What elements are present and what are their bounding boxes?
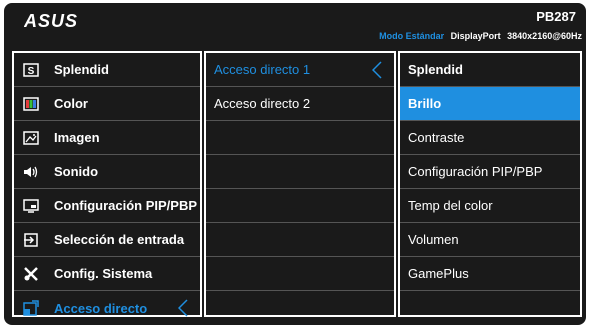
menu-item-pip-pbp[interactable]: Configuración PIP/PBP	[14, 189, 200, 223]
submenu-empty-row	[206, 155, 394, 189]
menu-item-label: Selección de entrada	[54, 232, 185, 247]
options-empty-row	[400, 291, 580, 325]
submenu-empty-row	[206, 291, 394, 325]
menu-item-input-select[interactable]: Selección de entrada	[14, 223, 200, 257]
menu-item-label: Splendid	[54, 62, 109, 77]
submenu-empty-row	[206, 121, 394, 155]
menu-item-color[interactable]: Color	[14, 87, 200, 121]
splendid-icon: S	[22, 62, 40, 78]
submenu-empty-row	[206, 257, 394, 291]
submenu-item-shortcut-1[interactable]: Acceso directo 1	[206, 53, 394, 87]
submenu: Acceso directo 1 Acceso directo 2	[204, 51, 396, 317]
menu-item-sonido[interactable]: Sonido	[14, 155, 200, 189]
option-label: Brillo	[408, 96, 442, 111]
submenu-empty-row	[206, 223, 394, 257]
option-label: GamePlus	[408, 266, 469, 281]
option-volumen[interactable]: Volumen	[400, 223, 580, 257]
pip-icon	[22, 198, 40, 214]
menu-item-shortcut[interactable]: Acceso directo	[14, 291, 200, 325]
main-menu: S Splendid Color Imagen Sonido Configura…	[12, 51, 202, 317]
shortcut-icon	[22, 300, 40, 316]
option-label: Contraste	[408, 130, 465, 145]
option-contraste[interactable]: Contraste	[400, 121, 580, 155]
wrench-icon	[22, 266, 40, 282]
color-icon	[22, 96, 40, 112]
option-label: Volumen	[408, 232, 459, 247]
menu-item-label: Config. Sistema	[54, 266, 153, 281]
option-color-temp[interactable]: Temp del color	[400, 189, 580, 223]
image-icon	[22, 130, 40, 146]
menu-item-splendid[interactable]: S Splendid	[14, 53, 200, 87]
option-brillo[interactable]: Brillo	[400, 87, 580, 121]
svg-text:S: S	[28, 66, 35, 77]
menu-item-label: Configuración PIP/PBP	[54, 198, 198, 213]
option-label: Configuración PIP/PBP	[408, 164, 543, 179]
osd-menu: ASUS PB287 Modo Estándar DisplayPort 384…	[4, 3, 586, 325]
option-pip-pbp[interactable]: Configuración PIP/PBP	[400, 155, 580, 189]
option-splendid[interactable]: Splendid	[400, 53, 580, 87]
submenu-empty-row	[206, 189, 394, 223]
color-mode: Modo Estándar	[379, 31, 445, 41]
resolution: 3840x2160@60Hz	[507, 31, 582, 41]
submenu-item-label: Acceso directo 1	[214, 62, 311, 77]
osd-header: ASUS PB287 Modo Estándar DisplayPort 384…	[4, 3, 586, 45]
menu-item-system[interactable]: Config. Sistema	[14, 257, 200, 291]
chevron-left-icon	[372, 61, 382, 79]
menu-item-label: Imagen	[54, 130, 100, 145]
asus-logo: ASUS	[24, 11, 78, 31]
menu-item-label: Sonido	[54, 164, 99, 179]
speaker-icon	[22, 164, 40, 180]
status-bar: Modo Estándar DisplayPort 3840x2160@60Hz	[379, 31, 582, 41]
chevron-left-icon	[178, 299, 188, 317]
option-gameplus[interactable]: GamePlus	[400, 257, 580, 291]
menu-item-imagen[interactable]: Imagen	[14, 121, 200, 155]
model-name: PB287	[536, 9, 576, 24]
input-source: DisplayPort	[450, 31, 501, 41]
options-list: Splendid Brillo Contraste Configuración …	[398, 51, 582, 317]
submenu-item-label: Acceso directo 2	[214, 96, 311, 111]
submenu-item-shortcut-2[interactable]: Acceso directo 2	[206, 87, 394, 121]
option-label: Splendid	[408, 62, 463, 77]
menu-item-label: Acceso directo	[54, 300, 148, 316]
input-select-icon	[22, 232, 40, 248]
menu-item-label: Color	[54, 96, 88, 111]
option-label: Temp del color	[408, 198, 493, 213]
svg-text:ASUS: ASUS	[24, 11, 78, 31]
